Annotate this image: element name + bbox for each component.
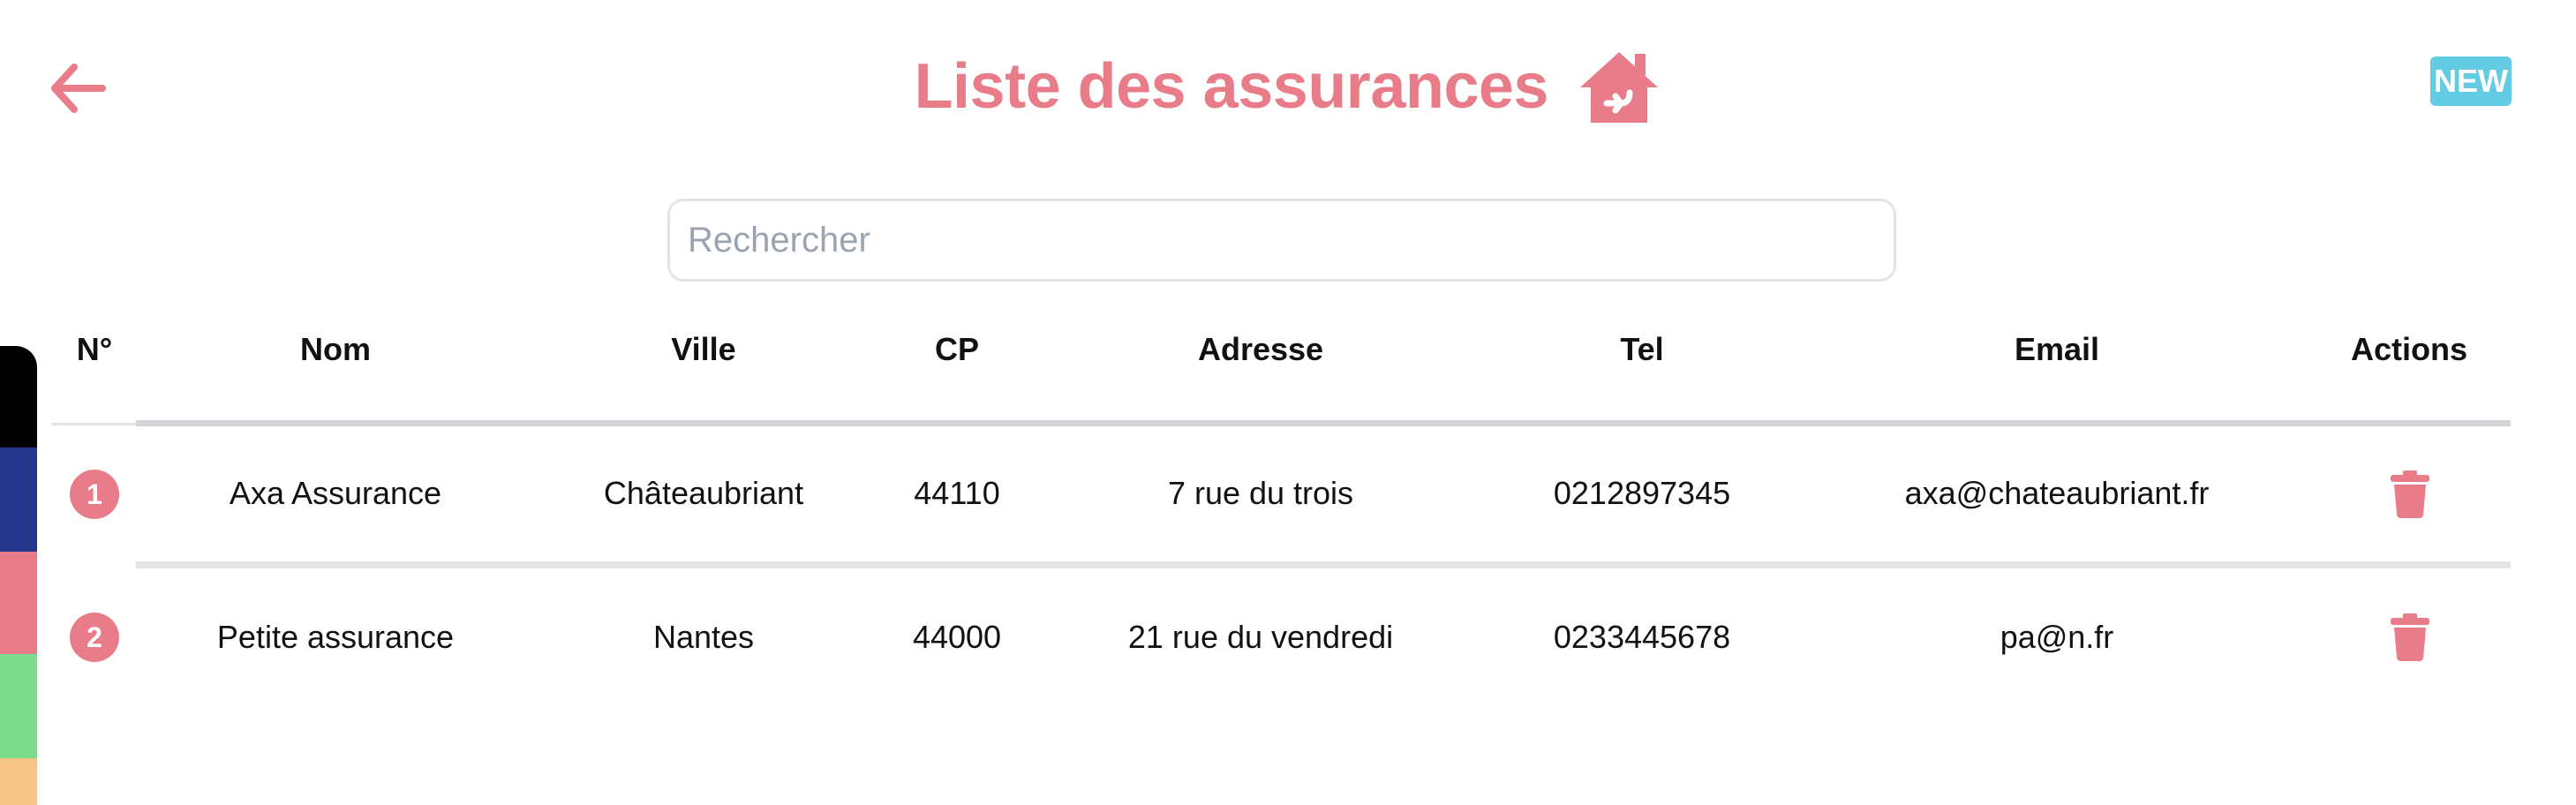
- cell-nom: Axa Assurance: [229, 475, 442, 511]
- column-header-ville: Ville: [671, 331, 736, 367]
- header-divider: [136, 420, 2511, 426]
- column-header-actions: Actions: [2350, 331, 2468, 367]
- new-button[interactable]: NEW: [2430, 56, 2512, 106]
- home-icon[interactable]: [1577, 49, 1661, 124]
- cell-adresse: 7 rue du trois: [1167, 475, 1354, 511]
- trash-icon[interactable]: [2389, 613, 2431, 661]
- cell-email: pa@n.fr: [2000, 619, 2114, 655]
- header-divider-short: [51, 423, 136, 425]
- side-color-strip-pink: [0, 552, 37, 654]
- column-header-email: Email: [2014, 331, 2100, 367]
- cell-ville: Châteaubriant: [603, 475, 804, 511]
- side-color-strip-green: [0, 654, 37, 758]
- side-color-strip-orange: [0, 758, 37, 805]
- cell-tel: 0233445678: [1553, 619, 1731, 655]
- row-divider: [136, 561, 2511, 568]
- row-number-badge: 2: [70, 613, 119, 662]
- cell-nom: Petite assurance: [216, 619, 455, 655]
- page-title: Liste des assurances: [914, 51, 1549, 122]
- cell-email: axa@chateaubriant.fr: [1904, 475, 2210, 511]
- column-header-num: N°: [76, 331, 113, 367]
- trash-icon[interactable]: [2389, 470, 2431, 518]
- search-input[interactable]: [667, 199, 1896, 282]
- header: Liste des assurances: [0, 49, 2576, 124]
- cell-cp: 44000: [912, 619, 1002, 655]
- column-header-cp: CP: [934, 331, 980, 367]
- column-header-adresse: Adresse: [1197, 331, 1324, 367]
- column-header-nom: Nom: [300, 331, 371, 367]
- column-header-tel: Tel: [1620, 331, 1664, 367]
- cell-adresse: 21 rue du vendredi: [1127, 619, 1394, 655]
- cell-ville: Nantes: [652, 619, 755, 655]
- cell-tel: 0212897345: [1553, 475, 1731, 511]
- side-color-strip-black: [0, 346, 37, 450]
- side-color-strip-blue: [0, 448, 37, 552]
- cell-cp: 44110: [914, 475, 1000, 511]
- row-number-badge: 1: [70, 470, 119, 519]
